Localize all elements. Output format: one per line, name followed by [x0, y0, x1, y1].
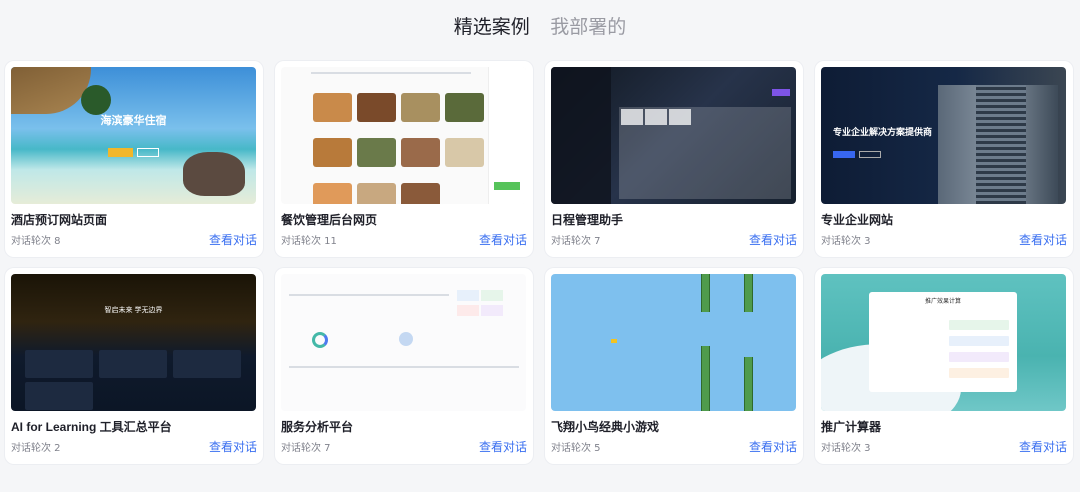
rock-shape [183, 152, 245, 196]
tab-bar: 精选案例 我部署的 [0, 12, 1080, 39]
dialog-rounds: 对话轮次 3 [821, 443, 871, 454]
thumbnail-button-shape [137, 148, 159, 157]
dish-image [401, 138, 440, 167]
kpi-card-shape [481, 290, 503, 301]
pipe-shape [701, 274, 710, 312]
view-dialog-link[interactable]: 查看对话 [1019, 438, 1067, 455]
dialog-rounds: 对话轮次 11 [281, 236, 337, 247]
dish-image [401, 93, 440, 122]
dialog-rounds: 对话轮次 2 [11, 443, 61, 454]
tool-card-shape [173, 350, 241, 378]
case-thumbnail: 专业企业解决方案提供商 [821, 67, 1066, 204]
case-card-corporate[interactable]: 专业企业解决方案提供商 专业企业网站 对话轮次 3 查看对话 [815, 61, 1073, 257]
tool-card-shape [25, 382, 93, 410]
view-dialog-link[interactable]: 查看对话 [1019, 231, 1067, 248]
view-dialog-link[interactable]: 查看对话 [749, 438, 797, 455]
case-title: 专业企业网站 [821, 213, 894, 227]
kpi-card-shape [481, 305, 503, 316]
thumbnail-heading: 智启未来 学无边界 [104, 307, 163, 314]
palm-shape [81, 85, 111, 115]
pipe-shape [744, 274, 753, 312]
dialog-rounds: 对话轮次 3 [821, 236, 871, 247]
dish-image [357, 138, 396, 167]
case-card-restaurant[interactable]: 餐饮管理后台网页 对话轮次 11 查看对话 [275, 61, 533, 257]
case-thumbnail [281, 67, 526, 204]
calendar-cell [621, 109, 643, 125]
calendar-cell [669, 109, 691, 125]
dish-image [313, 138, 352, 167]
view-dialog-link[interactable]: 查看对话 [209, 231, 257, 248]
case-thumbnail [551, 67, 796, 204]
tab-featured[interactable]: 精选案例 [454, 12, 530, 39]
dish-image [313, 93, 352, 122]
dialog-rounds: 对话轮次 5 [551, 443, 601, 454]
tool-card-shape [25, 350, 93, 378]
calculator-window-shape: 推广效果计算 [869, 292, 1017, 392]
thumbnail-heading: 推广效果计算 [924, 299, 961, 305]
case-thumbnail [551, 274, 796, 411]
case-grid: 海滨豪华住宿 酒店预订网站页面 对话轮次 8 查看对话 餐饮管理后台网页 对话轮… [5, 61, 1075, 464]
bird-shape [611, 339, 617, 343]
kpi-card-shape [457, 290, 479, 301]
thumbnail-button-shape [859, 151, 881, 158]
task-side-panel [551, 67, 611, 204]
dish-image [313, 183, 352, 204]
view-dialog-link[interactable]: 查看对话 [479, 438, 527, 455]
hut-shape [11, 67, 91, 114]
case-title: 推广计算器 [821, 420, 882, 434]
case-title: 飞翔小鸟经典小游戏 [551, 420, 660, 434]
case-title: AI for Learning 工具汇总平台 [11, 420, 172, 434]
dialog-rounds: 对话轮次 7 [551, 236, 601, 247]
search-bar-shape [311, 72, 471, 74]
case-card-promo-calculator[interactable]: 推广效果计算 推广计算器 对话轮次 3 查看对话 [815, 268, 1073, 464]
kpi-card-shape [457, 305, 479, 316]
case-thumbnail: 智启未来 学无边界 [11, 274, 256, 411]
case-card-hotel[interactable]: 海滨豪华住宿 酒店预订网站页面 对话轮次 8 查看对话 [5, 61, 263, 257]
thumbnail-button-shape [494, 182, 520, 190]
case-title: 酒店预订网站页面 [11, 213, 108, 227]
dish-image [357, 93, 396, 122]
thumbnail-heading: 海滨豪华住宿 [100, 115, 167, 127]
building-shape [976, 85, 1026, 204]
pie-chart-shape [399, 332, 413, 346]
dialog-rounds: 对话轮次 7 [281, 443, 331, 454]
case-thumbnail: 海滨豪华住宿 [11, 67, 256, 204]
table-line-shape [289, 366, 519, 368]
thumbnail-button-shape [833, 151, 855, 158]
tab-my-deployed[interactable]: 我部署的 [550, 12, 626, 39]
tool-card-shape [99, 350, 167, 378]
donut-chart-shape [312, 332, 328, 348]
thumbnail-heading: 专业企业解决方案提供商 [833, 127, 933, 137]
case-card-flappy-bird[interactable]: 飞翔小鸟经典小游戏 对话轮次 5 查看对话 [545, 268, 803, 464]
calendar-cell [645, 109, 667, 125]
result-row-shape [949, 320, 1009, 330]
pipe-shape [744, 357, 753, 411]
thumbnail-button-shape [772, 89, 790, 96]
dish-image [445, 93, 484, 122]
case-title: 服务分析平台 [281, 420, 354, 434]
result-row-shape [949, 352, 1009, 362]
view-dialog-link[interactable]: 查看对话 [749, 231, 797, 248]
case-card-schedule[interactable]: 日程管理助手 对话轮次 7 查看对话 [545, 61, 803, 257]
thumbnail-button-shape [108, 148, 133, 157]
case-card-service-analysis[interactable]: 服务分析平台 对话轮次 7 查看对话 [275, 268, 533, 464]
header-line-shape [289, 294, 449, 296]
dish-image [357, 183, 396, 204]
case-card-ai-learning[interactable]: 智启未来 学无边界 AI for Learning 工具汇总平台 对话轮次 2 … [5, 268, 263, 464]
view-dialog-link[interactable]: 查看对话 [479, 231, 527, 248]
view-dialog-link[interactable]: 查看对话 [209, 438, 257, 455]
dish-image [401, 183, 440, 204]
result-row-shape [949, 368, 1009, 378]
case-title: 餐饮管理后台网页 [281, 213, 378, 227]
case-thumbnail [281, 274, 526, 411]
case-thumbnail: 推广效果计算 [821, 274, 1066, 411]
result-row-shape [949, 336, 1009, 346]
pipe-shape [701, 346, 710, 411]
dish-image [445, 138, 484, 167]
dialog-rounds: 对话轮次 8 [11, 236, 61, 247]
case-title: 日程管理助手 [551, 213, 624, 227]
